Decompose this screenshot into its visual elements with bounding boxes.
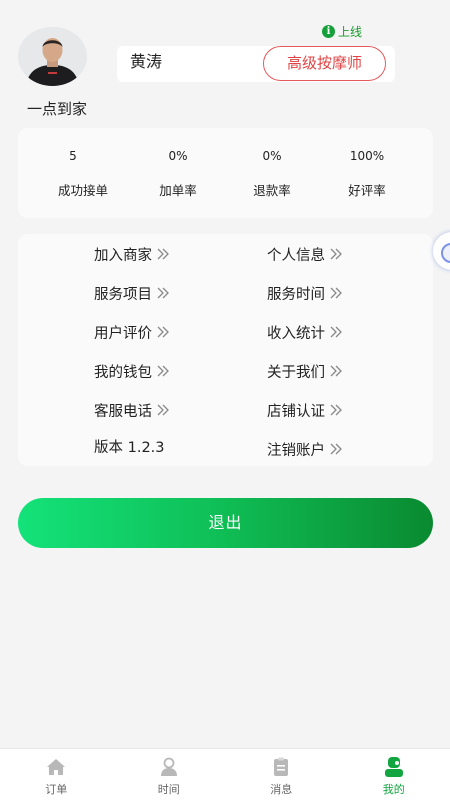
menu-about-us[interactable]: 关于我们 xyxy=(267,359,343,383)
menu-label: 服务时间 xyxy=(267,286,325,303)
menu-personal-info[interactable]: 个人信息 xyxy=(267,242,343,266)
menu-label: 服务项目 xyxy=(94,286,152,303)
online-status[interactable]: i 上线 xyxy=(322,22,362,40)
menu-card: 加入商家 个人信息 服务项目 服务时间 用户评价 收入统计 我的钱包 关于我们 … xyxy=(18,234,433,466)
stat-label: 加单率 xyxy=(159,183,197,198)
stat-value: 0% xyxy=(262,149,282,163)
profile-icon xyxy=(384,757,403,777)
version-label: 版本 1.2.3 xyxy=(94,439,165,456)
stat-value: 100% xyxy=(349,149,385,163)
double-chevron-right-icon xyxy=(157,326,169,338)
stat-label: 好评率 xyxy=(348,183,386,198)
menu-delete-account[interactable]: 注销账户 xyxy=(267,437,343,461)
menu-my-wallet[interactable]: 我的钱包 xyxy=(94,359,170,383)
clipboard-icon xyxy=(274,757,289,776)
nav-tab-time[interactable]: 时间 xyxy=(113,749,226,800)
avatar-photo xyxy=(18,27,87,86)
menu-label: 店铺认证 xyxy=(267,403,325,420)
user-name: 黄涛 xyxy=(130,52,163,71)
double-chevron-right-icon xyxy=(330,404,342,416)
double-chevron-right-icon xyxy=(157,365,169,377)
logout-button[interactable]: 退出 xyxy=(18,498,433,548)
menu-label: 加入商家 xyxy=(94,247,152,264)
double-chevron-right-icon xyxy=(157,248,169,260)
stat-value: 0% xyxy=(168,149,188,163)
nav-label: 时间 xyxy=(157,783,180,796)
menu-label: 关于我们 xyxy=(267,364,325,381)
bottom-nav: 订单 时间 消息 我的 xyxy=(0,748,450,800)
floating-assistant-button[interactable] xyxy=(433,232,450,270)
double-chevron-right-icon xyxy=(157,404,169,416)
double-chevron-right-icon xyxy=(157,287,169,299)
profile-screen: i 上线 黄涛 高级按摩师 一点到家 5 成功接单 0% 加单率 0% 退款率 … xyxy=(0,0,450,800)
menu-label: 用户评价 xyxy=(94,325,152,342)
nav-tab-mine[interactable]: 我的 xyxy=(338,749,450,800)
app-version: 版本 1.2.3 xyxy=(94,434,165,458)
nav-label: 消息 xyxy=(270,783,293,796)
menu-income-stats[interactable]: 收入统计 xyxy=(267,320,343,344)
menu-label: 个人信息 xyxy=(267,247,325,264)
brand-name: 一点到家 xyxy=(27,100,88,118)
menu-support-phone[interactable]: 客服电话 xyxy=(94,398,170,422)
title-badge: 高级按摩师 xyxy=(263,46,386,81)
stat-value: 5 xyxy=(69,149,77,163)
menu-user-reviews[interactable]: 用户评价 xyxy=(94,320,170,344)
stat-label: 成功接单 xyxy=(57,183,108,198)
menu-label: 客服电话 xyxy=(94,403,152,420)
stats-card: 5 成功接单 0% 加单率 0% 退款率 100% 好评率 xyxy=(18,128,433,218)
online-status-label: 上线 xyxy=(338,24,363,39)
menu-join-merchant[interactable]: 加入商家 xyxy=(94,242,170,266)
menu-label: 我的钱包 xyxy=(94,364,152,381)
nav-label: 我的 xyxy=(382,783,405,796)
double-chevron-right-icon xyxy=(330,248,342,260)
menu-service-items[interactable]: 服务项目 xyxy=(94,281,170,305)
menu-service-time[interactable]: 服务时间 xyxy=(267,281,343,305)
info-icon: i xyxy=(322,24,335,38)
double-chevron-right-icon xyxy=(330,326,342,338)
nav-label: 订单 xyxy=(45,783,68,796)
double-chevron-right-icon xyxy=(330,287,342,299)
double-chevron-right-icon xyxy=(330,365,342,377)
double-chevron-right-icon xyxy=(330,443,342,455)
stat-label: 退款率 xyxy=(253,183,291,198)
home-icon xyxy=(47,759,66,775)
menu-label: 注销账户 xyxy=(267,442,325,459)
nav-tab-orders[interactable]: 订单 xyxy=(0,749,113,800)
avatar[interactable] xyxy=(18,27,87,86)
nav-tab-messages[interactable]: 消息 xyxy=(225,749,338,800)
person-icon xyxy=(160,757,177,776)
menu-label: 收入统计 xyxy=(267,325,325,342)
menu-shop-verify[interactable]: 店铺认证 xyxy=(267,398,343,422)
